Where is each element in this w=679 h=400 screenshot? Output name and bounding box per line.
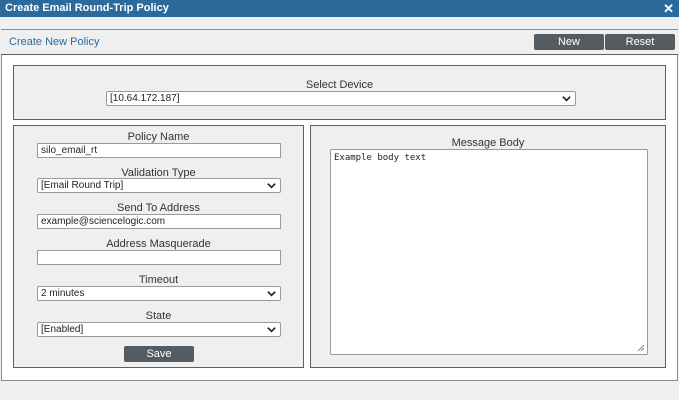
timeout-label: Timeout (138, 274, 179, 286)
validation-type-value: [Email Round Trip] (41, 180, 124, 191)
chevron-down-icon (267, 327, 276, 333)
chevron-down-icon (267, 291, 276, 297)
form-title: Create New Policy (9, 36, 100, 48)
device-select-value: [10.64.172.187] (110, 93, 180, 104)
dialog-titlebar: Create Email Round-Trip Policy ✕ (0, 0, 679, 17)
message-body-text: Example body text (334, 153, 427, 163)
resize-grip-icon[interactable] (637, 344, 645, 352)
message-body-label: Message Body (451, 137, 525, 149)
policy-name-input[interactable] (37, 143, 281, 158)
dialog-title: Create Email Round-Trip Policy (5, 2, 169, 14)
device-select[interactable]: [10.64.172.187] (106, 91, 576, 106)
state-label: State (145, 310, 172, 322)
timeout-value: 2 minutes (41, 288, 85, 299)
close-icon[interactable]: ✕ (663, 0, 674, 17)
timeout-select[interactable]: 2 minutes (37, 286, 281, 301)
chevron-down-icon (267, 183, 276, 189)
new-button[interactable]: New (534, 34, 604, 50)
masquerade-label: Address Masquerade (106, 238, 211, 250)
form-header: Create New Policy New Reset (1, 30, 678, 55)
select-device-label: Select Device (305, 79, 374, 91)
device-panel: Select Device [10.64.172.187] (13, 65, 666, 120)
message-body-panel: Message Body Example body text (310, 125, 666, 368)
chevron-down-icon (562, 96, 571, 102)
policy-name-label: Policy Name (127, 131, 190, 143)
state-value: [Enabled] (41, 324, 84, 335)
save-button[interactable]: Save (124, 346, 194, 362)
masquerade-input[interactable] (37, 250, 281, 265)
reset-button[interactable]: Reset (605, 34, 675, 50)
policy-settings-panel: Policy Name Validation Type [Email Round… (13, 125, 304, 368)
validation-type-select[interactable]: [Email Round Trip] (37, 178, 281, 193)
state-select[interactable]: [Enabled] (37, 322, 281, 337)
message-body-textarea[interactable]: Example body text (330, 149, 648, 355)
send-to-input[interactable] (37, 214, 281, 229)
send-to-label: Send To Address (117, 202, 200, 214)
